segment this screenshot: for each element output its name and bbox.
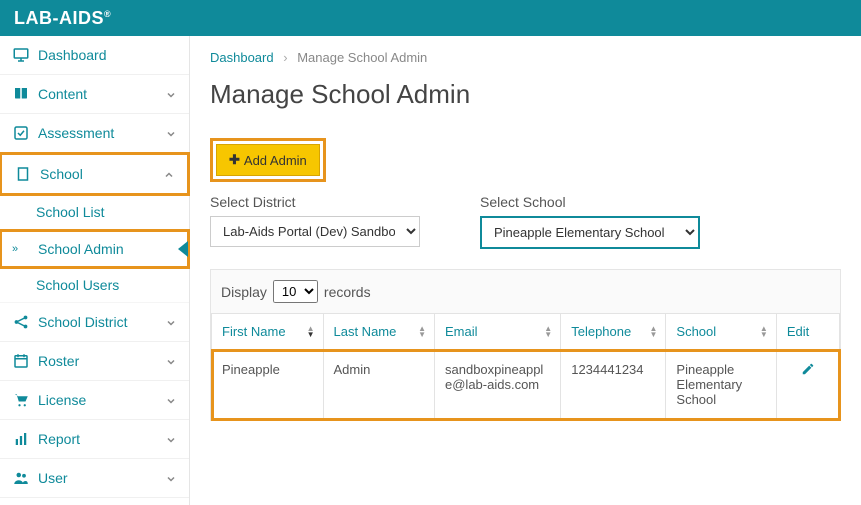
- select-district-dropdown[interactable]: Lab-Aids Portal (Dev) Sandbox: [210, 216, 420, 247]
- sidebar-item-label: User: [38, 470, 165, 486]
- chevron-down-icon: [165, 394, 177, 406]
- select-school-dropdown[interactable]: Pineapple Elementary School: [480, 216, 700, 249]
- users-icon: [12, 469, 30, 487]
- data-panel: Display 10 records First Name ▲▼ Last Na…: [210, 269, 841, 421]
- cart-icon: [12, 391, 30, 409]
- pencil-icon: [801, 362, 815, 376]
- button-label: Add Admin: [244, 153, 307, 168]
- select-district-label: Select District: [210, 194, 420, 210]
- chevron-up-icon: [163, 168, 175, 180]
- chevron-down-icon: [165, 88, 177, 100]
- angle-right-icon: »: [12, 243, 18, 255]
- sidebar-item-label: Assessment: [38, 125, 165, 141]
- share-icon: [12, 313, 30, 331]
- sidebar-item-label: School: [40, 166, 163, 182]
- sidebar-item-label: Roster: [38, 353, 165, 369]
- sidebar-item-school[interactable]: School: [0, 152, 190, 196]
- table-row: Pineapple Admin sandboxpineapple@lab-aid…: [212, 350, 840, 420]
- sort-icon: ▲▼: [307, 326, 315, 338]
- monitor-icon: [12, 46, 30, 64]
- chevron-down-icon: [165, 355, 177, 367]
- col-school[interactable]: School ▲▼: [666, 314, 776, 350]
- cell-last-name: Admin: [323, 350, 435, 420]
- chevron-down-icon: [165, 316, 177, 328]
- sidebar-item-label: School Users: [36, 277, 119, 293]
- sidebar-item-label: School Admin: [38, 241, 124, 257]
- chevron-down-icon: [165, 433, 177, 445]
- display-prefix: Display: [221, 284, 267, 300]
- breadcrumb-root[interactable]: Dashboard: [210, 50, 274, 65]
- calendar-icon: [12, 352, 30, 370]
- bar-chart-icon: [12, 430, 30, 448]
- sidebar-item-assessment[interactable]: Assessment: [0, 114, 189, 153]
- chevron-right-icon: ›: [283, 50, 287, 65]
- sidebar-subitem-school-users[interactable]: School Users: [0, 268, 189, 303]
- add-admin-button[interactable]: ✚ Add Admin: [216, 144, 320, 176]
- main-content: Dashboard › Manage School Admin Manage S…: [190, 36, 861, 505]
- sidebar-item-label: Dashboard: [38, 47, 177, 63]
- sidebar-item-dashboard[interactable]: Dashboard: [0, 36, 189, 75]
- sidebar-item-label: License: [38, 392, 165, 408]
- sidebar-subitem-school-admin[interactable]: » School Admin: [0, 229, 190, 269]
- sidebar-item-license[interactable]: License: [0, 381, 189, 420]
- sidebar-item-label: Report: [38, 431, 165, 447]
- select-school-label: Select School: [480, 194, 700, 210]
- breadcrumb-current: Manage School Admin: [297, 50, 427, 65]
- sidebar-item-label: School District: [38, 314, 165, 330]
- sidebar-item-content[interactable]: Content: [0, 75, 189, 114]
- breadcrumb: Dashboard › Manage School Admin: [210, 50, 841, 65]
- chevron-down-icon: [165, 472, 177, 484]
- sidebar-item-user[interactable]: User: [0, 459, 189, 498]
- cell-school: Pineapple Elementary School: [666, 350, 776, 420]
- col-edit: Edit: [776, 314, 839, 350]
- sidebar-item-school-district[interactable]: School District: [0, 303, 189, 342]
- app-header: LAB-AIDS®: [0, 0, 861, 36]
- admin-table: First Name ▲▼ Last Name ▲▼ Email ▲▼ Te: [211, 313, 840, 420]
- sidebar-item-label: Content: [38, 86, 165, 102]
- app-logo: LAB-AIDS®: [14, 8, 111, 29]
- col-telephone[interactable]: Telephone ▲▼: [561, 314, 666, 350]
- display-records-select[interactable]: 10: [273, 280, 318, 303]
- col-first-name[interactable]: First Name ▲▼: [212, 314, 324, 350]
- edit-button[interactable]: [776, 350, 839, 420]
- sidebar-subitem-school-list[interactable]: School List: [0, 195, 189, 230]
- sidebar-item-report[interactable]: Report: [0, 420, 189, 459]
- sort-icon: ▲▼: [760, 326, 768, 338]
- chevron-down-icon: [165, 127, 177, 139]
- page-title: Manage School Admin: [210, 79, 841, 110]
- display-suffix: records: [324, 284, 371, 300]
- sidebar-item-roster[interactable]: Roster: [0, 342, 189, 381]
- sidebar: Dashboard Content Assessment School Scho…: [0, 36, 190, 505]
- col-email[interactable]: Email ▲▼: [435, 314, 561, 350]
- plus-icon: ✚: [229, 152, 240, 168]
- cell-email: sandboxpineapple@lab-aids.com: [435, 350, 561, 420]
- cell-first-name: Pineapple: [212, 350, 324, 420]
- sort-icon: ▲▼: [649, 326, 657, 338]
- check-square-icon: [12, 124, 30, 142]
- col-last-name[interactable]: Last Name ▲▼: [323, 314, 435, 350]
- highlight-box: ✚ Add Admin: [210, 138, 326, 182]
- sort-icon: ▲▼: [418, 326, 426, 338]
- cell-telephone: 1234441234: [561, 350, 666, 420]
- book-icon: [12, 85, 30, 103]
- building-icon: [14, 165, 32, 183]
- sidebar-item-label: School List: [36, 204, 104, 220]
- sort-icon: ▲▼: [544, 326, 552, 338]
